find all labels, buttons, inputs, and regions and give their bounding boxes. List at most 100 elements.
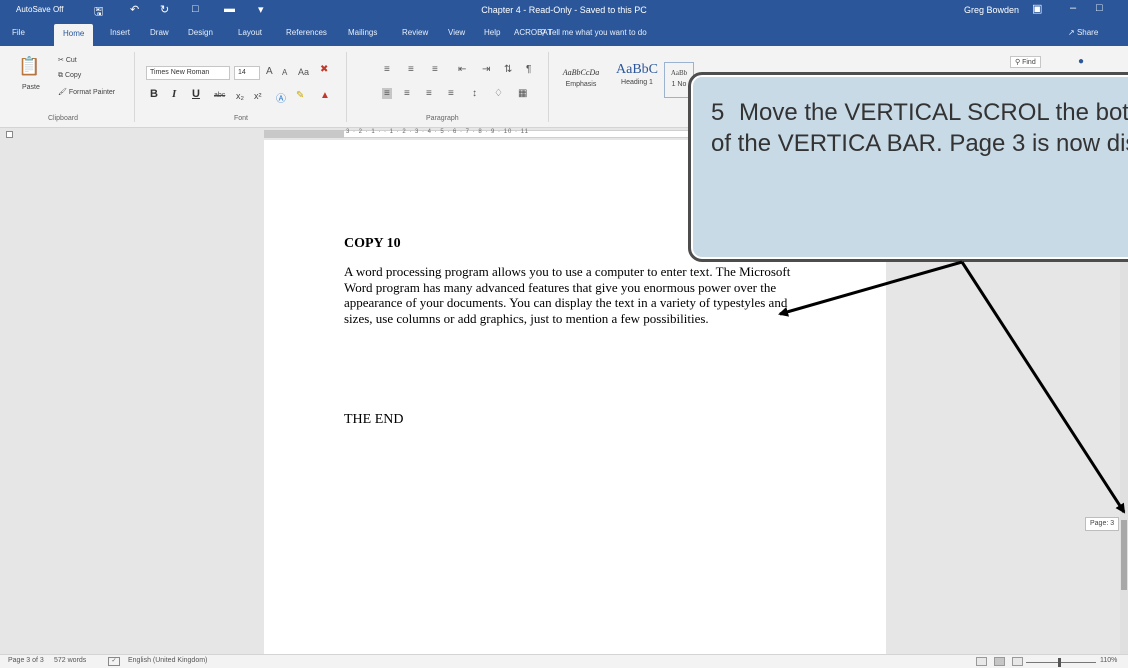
change-case-button[interactable]: Aa xyxy=(298,67,309,77)
style-normal-preview: AaBb xyxy=(670,69,688,77)
tab-design[interactable]: Design xyxy=(188,28,213,37)
superscript-button[interactable]: x² xyxy=(254,91,262,101)
paintbrush-icon: 🖌 xyxy=(58,89,67,96)
zoom-slider[interactable] xyxy=(1026,662,1096,663)
highlight-icon[interactable]: ✎ xyxy=(296,90,304,101)
page-count[interactable]: Page 3 of 3 xyxy=(8,657,44,664)
share-icon: ↗ xyxy=(1068,28,1075,37)
shrink-font-button[interactable]: A xyxy=(282,68,287,77)
style-heading-1-preview: AaBbC xyxy=(616,62,658,77)
tab-mailings[interactable]: Mailings xyxy=(348,28,377,37)
multilevel-list-icon[interactable]: ≡ xyxy=(432,64,438,75)
tab-layout[interactable]: Layout xyxy=(238,28,262,37)
align-left-icon[interactable]: ≡ xyxy=(382,88,392,99)
tab-insert[interactable]: Insert xyxy=(110,28,130,37)
search-icon: ⚲ xyxy=(1015,59,1021,66)
copy-button[interactable]: ⧉ Copy xyxy=(58,72,81,80)
print-layout-icon[interactable] xyxy=(994,657,1005,666)
tell-me-text: Tell me what you want to do xyxy=(547,28,647,37)
copy-icon: ⧉ xyxy=(58,72,63,79)
group-divider xyxy=(134,52,135,122)
tab-help[interactable]: Help xyxy=(484,28,500,37)
style-emphasis-preview: AaBbCcDa xyxy=(562,68,600,77)
font-color-icon[interactable]: ▲ xyxy=(320,90,330,101)
subscript-button[interactable]: x₂ xyxy=(236,91,244,101)
group-divider xyxy=(548,52,549,122)
search-icon: ⚲ xyxy=(540,28,546,37)
tab-selector[interactable] xyxy=(6,131,13,138)
justify-icon[interactable]: ≡ xyxy=(448,88,454,99)
find-label: Find xyxy=(1022,59,1036,66)
document-heading: COPY 10 xyxy=(344,236,401,251)
zoom-level[interactable]: 110% xyxy=(1100,657,1117,664)
callout-step-number: 5 xyxy=(711,99,725,126)
proofing-icon[interactable]: ✓ xyxy=(108,657,120,666)
sort-icon[interactable]: ⇅ xyxy=(504,64,512,75)
paste-icon[interactable]: 📋 xyxy=(18,56,40,77)
style-heading-1-label: Heading 1 xyxy=(621,79,653,86)
web-layout-icon[interactable] xyxy=(1012,657,1023,666)
font-group-label: Font xyxy=(234,115,249,122)
font-size-dropdown[interactable]: 14 xyxy=(234,66,260,80)
cut-button[interactable]: ✂ Cut xyxy=(58,56,77,64)
underline-button[interactable]: U xyxy=(192,88,200,100)
page-tooltip: Page: 3 xyxy=(1085,517,1120,531)
align-right-icon[interactable]: ≡ xyxy=(426,88,432,99)
status-bar: Page 3 of 3 572 words ✓ English (United … xyxy=(0,654,1128,668)
paste-button[interactable]: Paste xyxy=(22,84,40,91)
font-family-dropdown[interactable]: Times New Roman xyxy=(146,66,230,80)
tab-review[interactable]: Review xyxy=(402,28,428,37)
ribbon-display-icon[interactable]: ▣ xyxy=(1032,2,1042,15)
text-effects-icon[interactable]: Ⓐ xyxy=(276,90,286,105)
document-end-text: THE END xyxy=(344,412,404,427)
language[interactable]: English (United Kingdom) xyxy=(128,657,207,664)
style-heading-1[interactable]: AaBbC Heading 1 xyxy=(612,62,662,98)
callout-instruction: Move the VERTICAL SCROL the bottom of th… xyxy=(711,99,1128,157)
style-emphasis[interactable]: AaBbCcDa Emphasis xyxy=(552,62,610,98)
italic-button[interactable]: I xyxy=(172,88,176,100)
maximize-icon[interactable]: □ xyxy=(1096,2,1103,14)
ruler-numbers: 3 · 2 · 1 · · 1 · 2 · 3 · 4 · 5 · 6 · 7 … xyxy=(346,129,529,135)
line-spacing-icon[interactable]: ↕ xyxy=(472,88,477,99)
ruler-margin xyxy=(264,130,344,138)
clear-formatting-icon[interactable]: ✖ xyxy=(320,64,328,75)
strikethrough-button[interactable]: abc xyxy=(214,92,225,99)
grow-font-button[interactable]: A xyxy=(266,66,273,77)
clipboard-group-label: Clipboard xyxy=(48,115,78,122)
read-mode-icon[interactable] xyxy=(976,657,987,666)
instruction-callout: 5Move the VERTICAL SCROL the bottom of t… xyxy=(688,72,1128,262)
callout-text: 5Move the VERTICAL SCROL the bottom of t… xyxy=(711,97,1128,159)
tab-draw[interactable]: Draw xyxy=(150,28,169,37)
increase-indent-icon[interactable]: ⇥ xyxy=(482,64,490,75)
ribbon-tabs: File Home Insert Draw Design Layout Refe… xyxy=(0,22,1128,46)
minimize-icon[interactable]: – xyxy=(1070,2,1076,14)
bold-button[interactable]: B xyxy=(150,88,158,100)
find-button[interactable]: ⚲ Find xyxy=(1010,56,1041,68)
microphone-icon[interactable]: ● xyxy=(1078,56,1084,67)
user-name[interactable]: Greg Bowden xyxy=(964,5,1019,15)
copy-label: Copy xyxy=(64,72,82,79)
tab-file[interactable]: File xyxy=(12,28,25,37)
share-button[interactable]: ↗ Share xyxy=(1068,28,1098,37)
tab-references[interactable]: References xyxy=(286,28,327,37)
scroll-thumb[interactable] xyxy=(1121,520,1127,590)
tell-me-search[interactable]: ⚲ Tell me what you want to do xyxy=(540,28,647,37)
share-label: Share xyxy=(1076,28,1099,37)
group-divider xyxy=(346,52,347,122)
bullets-icon[interactable]: ≡ xyxy=(384,64,390,75)
scissors-icon: ✂ xyxy=(58,57,64,64)
numbering-icon[interactable]: ≡ xyxy=(408,64,414,75)
tab-view[interactable]: View xyxy=(448,28,465,37)
format-painter-button[interactable]: 🖌 Format Painter xyxy=(58,88,115,96)
zoom-slider-handle[interactable] xyxy=(1058,658,1061,667)
style-emphasis-label: Emphasis xyxy=(565,81,597,88)
tab-home[interactable]: Home xyxy=(54,24,94,46)
title-bar: AutoSave Off 🖫 ↶ ↻ □ ▬ ▾ Chapter 4 - Rea… xyxy=(0,0,1128,22)
shading-icon[interactable]: ♢ xyxy=(494,88,503,99)
align-center-icon[interactable]: ≡ xyxy=(404,88,410,99)
borders-icon[interactable]: ▦ xyxy=(518,88,527,99)
show-marks-button[interactable]: ¶ xyxy=(526,64,531,75)
decrease-indent-icon[interactable]: ⇤ xyxy=(458,64,466,75)
cut-label: Cut xyxy=(65,57,77,64)
word-count[interactable]: 572 words xyxy=(54,657,86,664)
